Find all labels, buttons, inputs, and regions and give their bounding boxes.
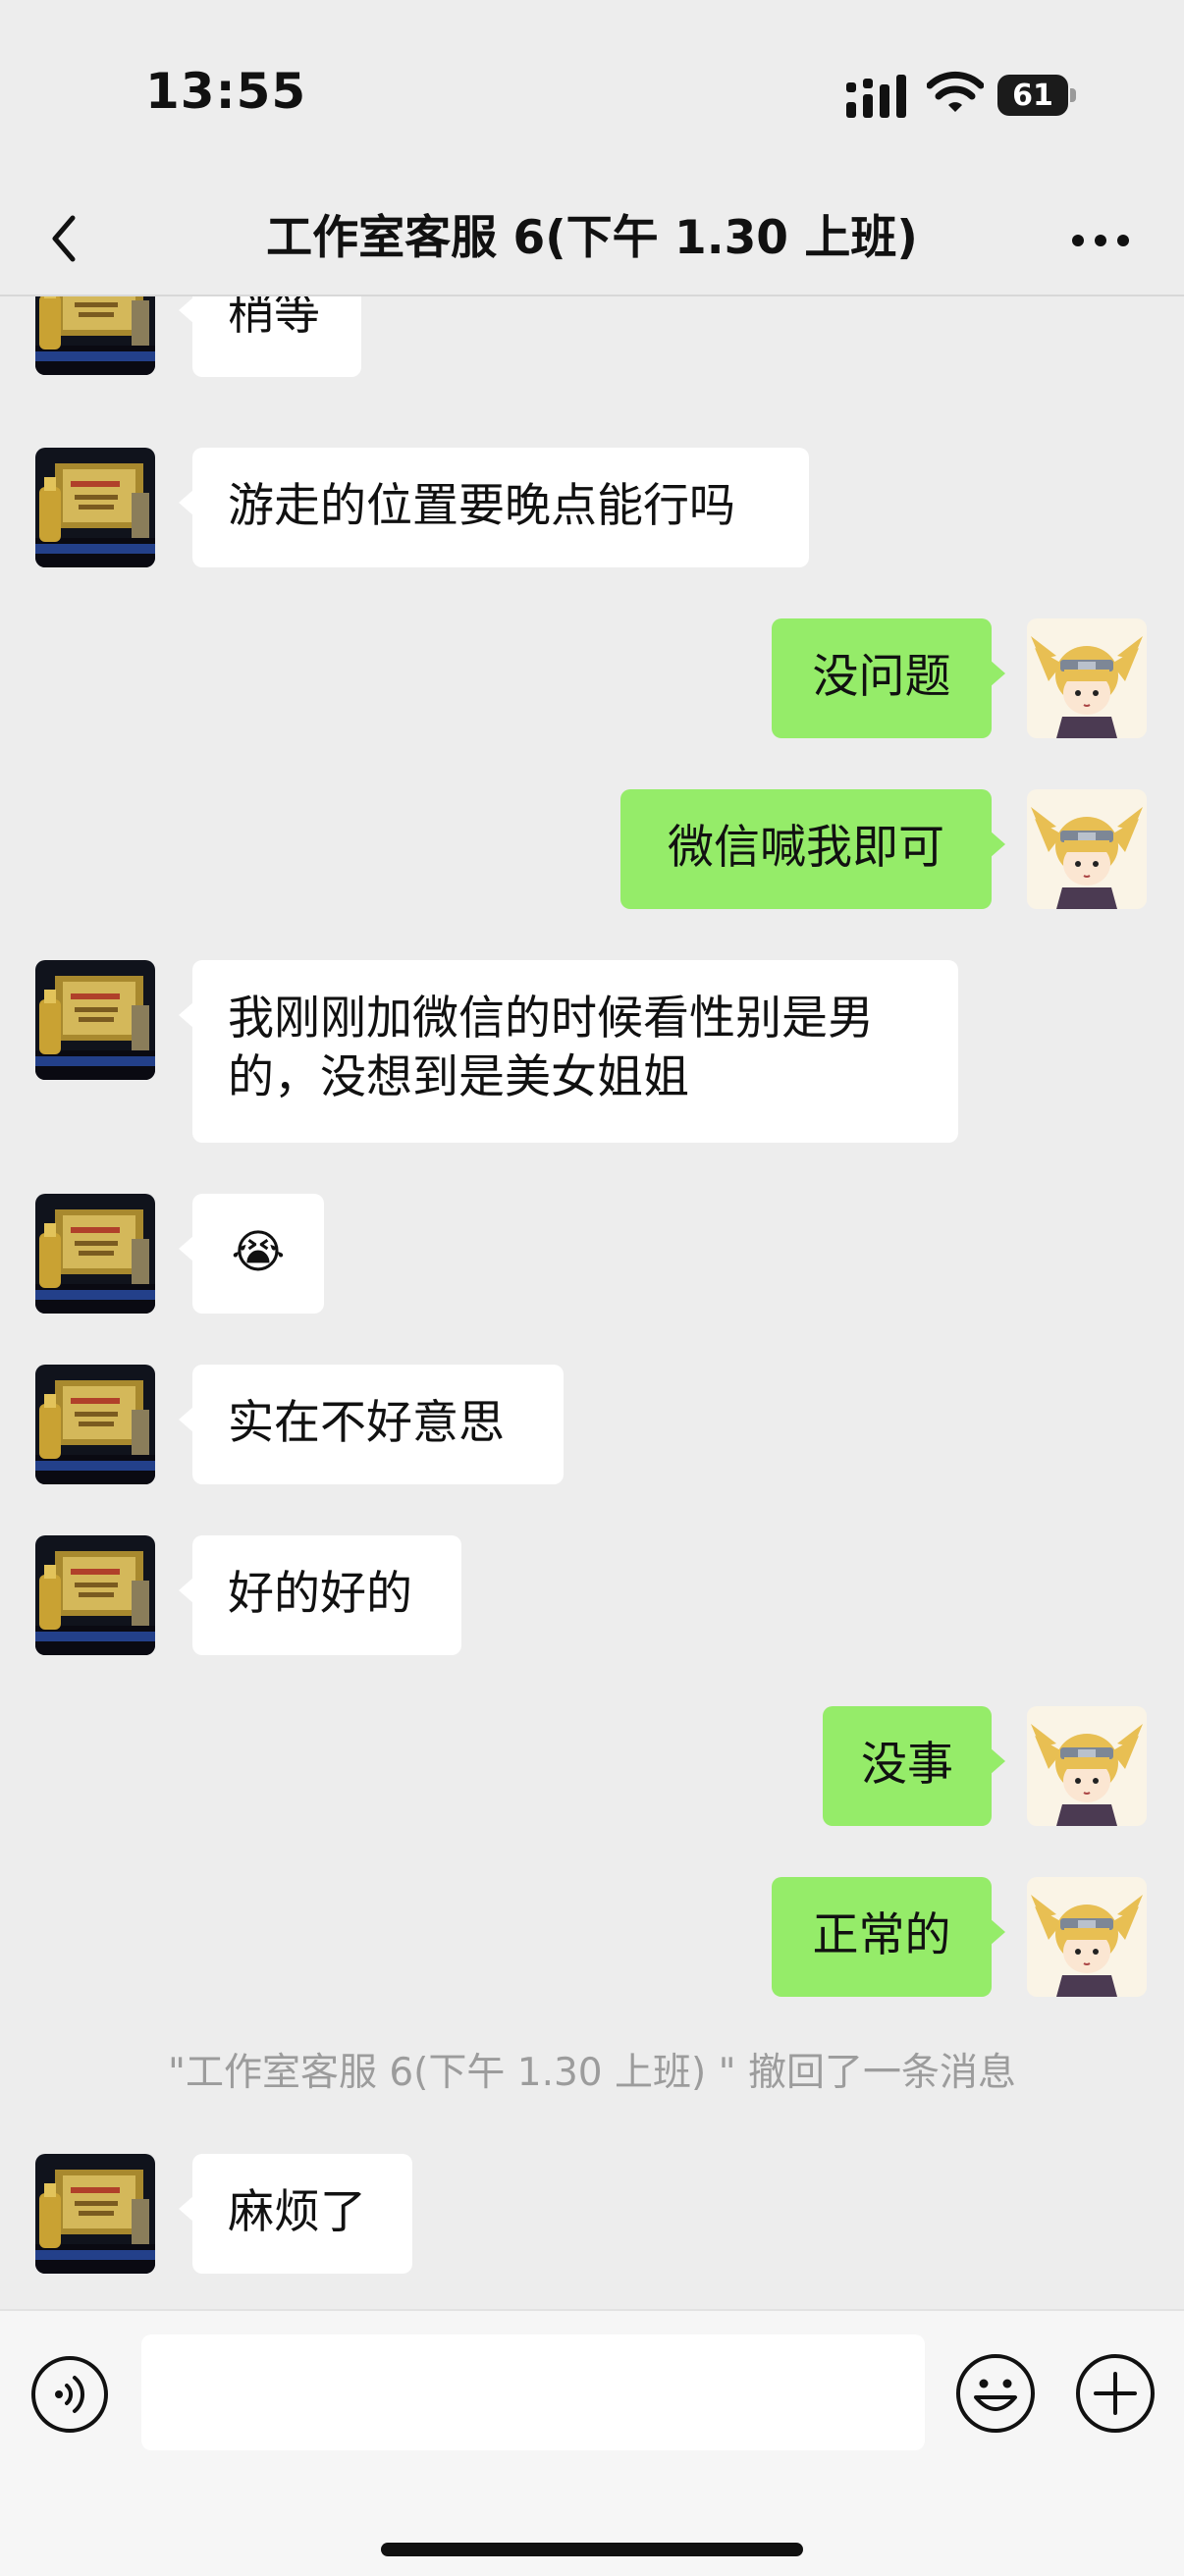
chat-title: 工作室客服 6(下午 1.30 上班) bbox=[266, 211, 918, 265]
my-message-bubble[interactable]: 没问题 bbox=[772, 618, 1005, 738]
contact-avatar[interactable] bbox=[35, 1365, 155, 1484]
message-line: 我刚刚加微信的时候看性别是男 bbox=[228, 992, 874, 1046]
contact-avatar[interactable] bbox=[35, 448, 155, 567]
message-list[interactable]: 稍等 游走的位置要晚点能行吗 没问题 微信喊我即可 我刚刚加微信的时候看性别是男… bbox=[0, 296, 1184, 2309]
contact-avatar[interactable] bbox=[35, 1194, 155, 1314]
wifi-icon bbox=[927, 71, 984, 112]
contact-avatar[interactable] bbox=[35, 296, 155, 375]
chat-header: 工作室客服 6(下午 1.30 上班) bbox=[0, 187, 1184, 296]
status-bar: 13:55 61 bbox=[0, 0, 1184, 187]
my-avatar[interactable] bbox=[1027, 789, 1147, 909]
status-time: 13:55 bbox=[145, 63, 307, 120]
contact-avatar[interactable] bbox=[35, 2154, 155, 2274]
my-message-bubble[interactable]: 微信喊我即可 bbox=[620, 789, 1005, 909]
message-line: 的，没想到是美女姐姐 bbox=[228, 1050, 689, 1104]
more-options-icon[interactable] bbox=[1066, 208, 1135, 273]
message-bubble[interactable]: 我刚刚加微信的时候看性别是男 的，没想到是美女姐姐 bbox=[179, 960, 958, 1143]
home-indicator bbox=[381, 2543, 803, 2556]
plus-icon[interactable] bbox=[1074, 2352, 1157, 2435]
battery-icon: 61 bbox=[997, 75, 1076, 116]
my-avatar[interactable] bbox=[1027, 1706, 1147, 1826]
battery-level: 61 bbox=[997, 75, 1068, 116]
my-avatar[interactable] bbox=[1027, 618, 1147, 738]
message-input[interactable] bbox=[141, 2334, 925, 2450]
my-avatar[interactable] bbox=[1027, 1877, 1147, 1997]
contact-avatar[interactable] bbox=[35, 960, 155, 1080]
my-message-bubble[interactable]: 没事 bbox=[823, 1706, 1005, 1826]
contact-avatar[interactable] bbox=[35, 1535, 155, 1655]
message-bubble[interactable]: 实在不好意思 bbox=[179, 1365, 564, 1484]
message-bubble[interactable]: 稍等 bbox=[179, 296, 361, 377]
input-bar bbox=[0, 2309, 1184, 2576]
recall-notice: "工作室客服 6(下午 1.30 上班) " 撤回了一条消息 bbox=[168, 2051, 1016, 2095]
back-chevron-icon[interactable] bbox=[39, 204, 98, 273]
voice-icon[interactable] bbox=[29, 2354, 110, 2435]
emoji-message-bubble[interactable]: 😭 bbox=[179, 1194, 324, 1314]
message-bubble[interactable]: 好的好的 bbox=[179, 1535, 461, 1655]
message-bubble[interactable]: 游走的位置要晚点能行吗 bbox=[179, 448, 809, 567]
cellular-signal-icon bbox=[846, 75, 906, 118]
emoji-icon[interactable] bbox=[954, 2352, 1037, 2435]
my-message-bubble[interactable]: 正常的 bbox=[772, 1877, 1005, 1997]
message-bubble[interactable]: 麻烦了 bbox=[179, 2154, 412, 2274]
